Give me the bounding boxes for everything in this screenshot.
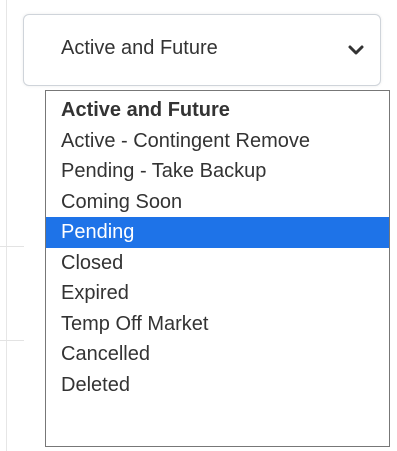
option-active-contingent-remove[interactable]: Active - Contingent Remove xyxy=(46,126,389,157)
option-pending[interactable]: Pending xyxy=(46,217,389,248)
option-temp-off-market[interactable]: Temp Off Market xyxy=(46,309,389,340)
option-coming-soon[interactable]: Coming Soon xyxy=(46,187,389,218)
option-expired[interactable]: Expired xyxy=(46,278,389,309)
background-divider xyxy=(0,340,24,341)
chevron-down-icon xyxy=(348,45,364,55)
option-cancelled[interactable]: Cancelled xyxy=(46,339,389,370)
option-deleted[interactable]: Deleted xyxy=(46,370,389,401)
option-active-and-future[interactable]: Active and Future xyxy=(46,95,389,126)
background-divider xyxy=(0,246,24,247)
status-select[interactable]: Active and Future xyxy=(23,14,381,86)
screenshot-frame: Active and Future Active and Future Acti… xyxy=(0,0,397,451)
option-pending-take-backup[interactable]: Pending - Take Backup xyxy=(46,156,389,187)
status-dropdown-list: Active and Future Active - Contingent Re… xyxy=(45,90,390,447)
option-closed[interactable]: Closed xyxy=(46,248,389,279)
panel-left-border xyxy=(6,0,7,451)
status-select-value: Active and Future xyxy=(61,37,218,59)
